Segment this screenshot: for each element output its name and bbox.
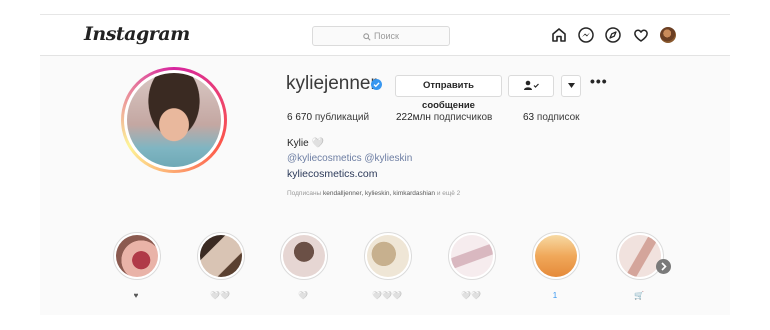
followed-by-text[interactable]: Подписаны kendalljenner, kylieskin, kimk… bbox=[287, 190, 460, 197]
story-highlight[interactable] bbox=[197, 232, 245, 280]
story-highlight[interactable] bbox=[532, 232, 580, 280]
following-number: 63 bbox=[523, 112, 535, 123]
highlight-label: 🤍🤍 bbox=[461, 291, 481, 300]
highlight-cover bbox=[535, 235, 577, 277]
highlight-label: ♥ bbox=[133, 291, 139, 300]
profile-picture-ring[interactable] bbox=[121, 67, 227, 173]
followed-by-names: kendalljenner, kylieskin, kimkardashian bbox=[323, 190, 436, 197]
followers-number: 222млн bbox=[396, 112, 431, 123]
top-navigation-bar: Instagram Поиск bbox=[40, 15, 730, 56]
highlight-label: 🤍🤍 bbox=[210, 291, 230, 300]
highlight-label: 🛒 bbox=[634, 291, 644, 300]
profile-full-name: Kylie 🤍 bbox=[287, 138, 324, 149]
heart-icon[interactable] bbox=[632, 26, 650, 44]
user-check-icon bbox=[524, 81, 539, 91]
highlight-cover bbox=[619, 235, 661, 277]
followed-by-suffix: и ещё 2 bbox=[436, 190, 461, 197]
highlight-cover bbox=[283, 235, 325, 277]
page-frame: Instagram Поиск kyliejenner Отправить со… bbox=[40, 14, 730, 315]
highlight-label: 1 bbox=[552, 291, 558, 300]
highlight-cover bbox=[200, 235, 242, 277]
followers-count[interactable]: 222млн подписчиков bbox=[396, 112, 492, 123]
caret-down-icon bbox=[567, 82, 575, 88]
highlight-cover bbox=[451, 235, 493, 277]
chevron-right-icon bbox=[661, 262, 667, 271]
posts-count: 6 670 публикаций bbox=[287, 112, 369, 123]
profile-picture-border bbox=[124, 70, 224, 170]
highlight-label: 🤍 bbox=[298, 291, 308, 300]
followers-label: подписчиков bbox=[433, 112, 493, 123]
profile-picture bbox=[127, 73, 221, 167]
send-message-button[interactable]: Отправить сообщение bbox=[395, 75, 502, 111]
highlight-cover bbox=[367, 235, 409, 277]
avatar[interactable] bbox=[660, 27, 676, 43]
posts-label: публикаций bbox=[314, 112, 370, 123]
search-placeholder: Поиск bbox=[374, 31, 399, 41]
story-highlight[interactable] bbox=[364, 232, 412, 280]
suggestions-dropdown-button[interactable] bbox=[561, 75, 581, 97]
followed-by-prefix: Подписаны bbox=[287, 190, 322, 197]
following-count[interactable]: 63 подписок bbox=[523, 112, 580, 123]
highlights-next-button[interactable] bbox=[656, 259, 671, 274]
messenger-icon[interactable] bbox=[577, 26, 595, 44]
story-highlight[interactable] bbox=[113, 232, 161, 280]
highlight-cover bbox=[116, 235, 158, 277]
home-icon[interactable] bbox=[550, 26, 568, 44]
search-input[interactable]: Поиск bbox=[312, 26, 450, 46]
bio-mentions[interactable]: @kyliecosmetics @kylieskin bbox=[287, 153, 412, 164]
explore-icon[interactable] bbox=[604, 26, 622, 44]
highlight-label: 🤍🤍🤍 bbox=[372, 291, 402, 300]
following-label: подписок bbox=[536, 112, 580, 123]
more-options-button[interactable]: ••• bbox=[590, 73, 608, 89]
posts-number: 6 670 bbox=[287, 112, 313, 123]
instagram-logo[interactable]: Instagram bbox=[84, 23, 190, 45]
search-icon bbox=[363, 32, 371, 41]
profile-username: kyliejenner bbox=[286, 73, 377, 94]
story-highlight[interactable] bbox=[280, 232, 328, 280]
verified-badge-icon bbox=[371, 79, 382, 90]
story-highlight[interactable] bbox=[448, 232, 496, 280]
following-button[interactable] bbox=[508, 75, 554, 97]
bio-website-link[interactable]: kyliecosmetics.com bbox=[287, 168, 377, 180]
